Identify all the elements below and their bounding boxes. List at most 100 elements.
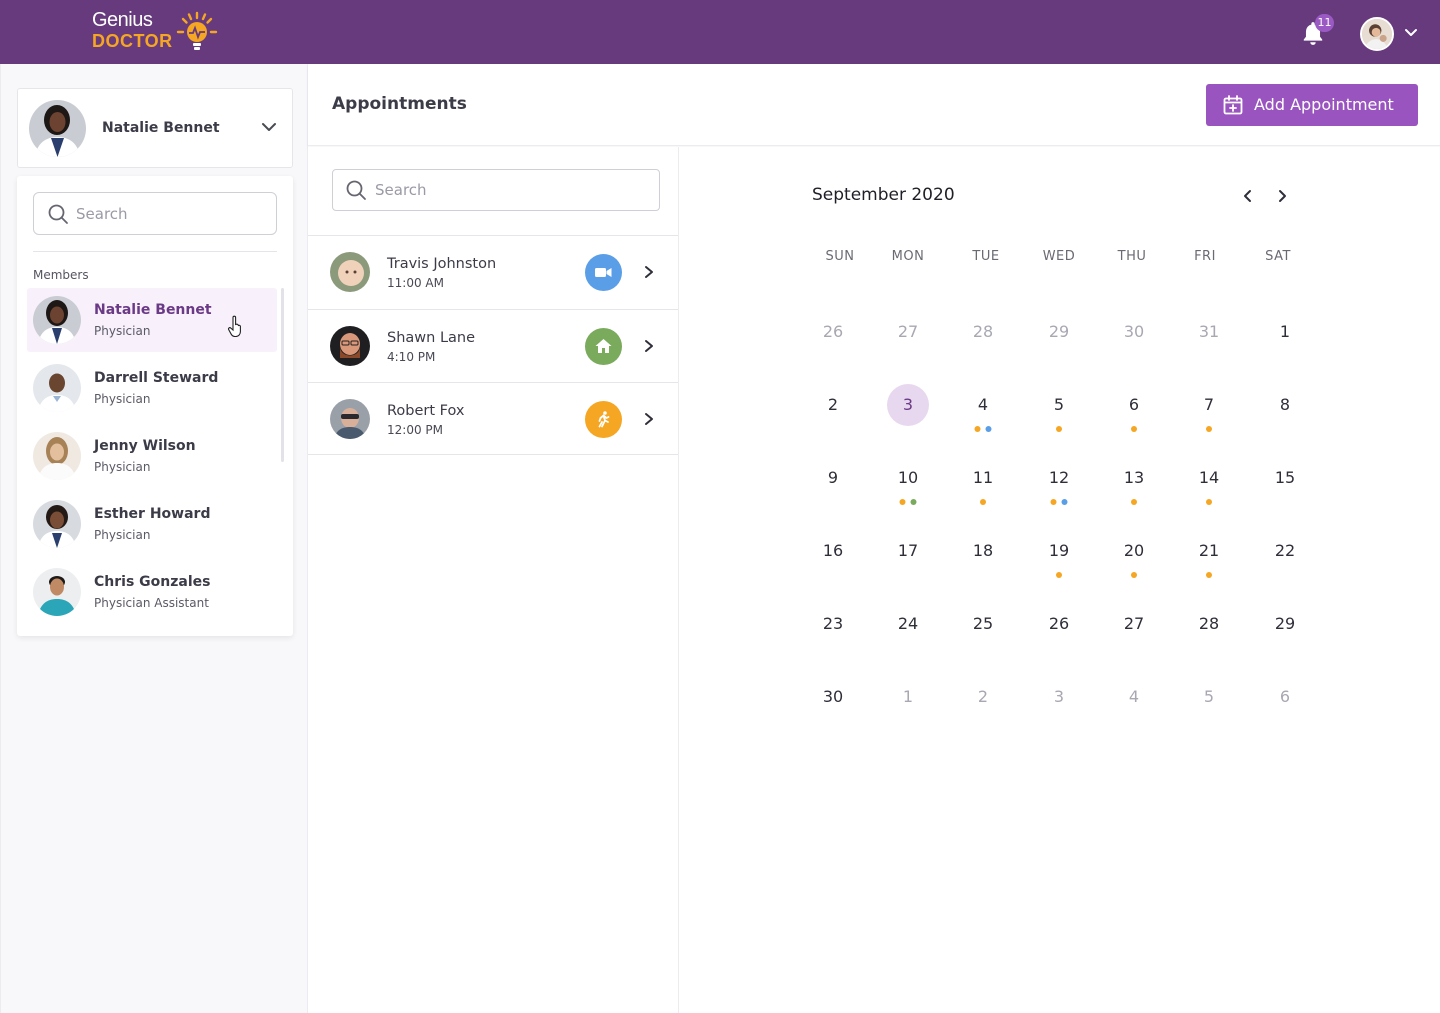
calendar-day[interactable]: 1: [1264, 311, 1306, 353]
chevron-right-icon[interactable]: [642, 339, 656, 353]
appointment-indicator-dots: [1206, 426, 1212, 432]
calendar-day[interactable]: 10: [887, 457, 929, 499]
appointment-dot-green: [910, 499, 917, 505]
appointment-search-input[interactable]: [375, 178, 645, 202]
search-icon: [48, 204, 68, 224]
patient-avatar: [330, 399, 370, 439]
calendar-day[interactable]: 24: [887, 603, 929, 645]
calendar-day[interactable]: 27: [1113, 603, 1155, 645]
member-avatar: [33, 500, 81, 548]
member-item-esther-howard[interactable]: Esther Howard Physician: [27, 492, 277, 556]
calendar-day[interactable]: 7: [1188, 384, 1230, 426]
previous-month-chevron-icon[interactable]: [1240, 188, 1256, 204]
chevron-down-icon[interactable]: [261, 120, 277, 134]
calendar-day[interactable]: 9: [812, 457, 854, 499]
members-scrollbar[interactable]: [281, 288, 284, 462]
home-visit-badge: [585, 328, 622, 365]
top-navigation-bar: Genius DOCTOR 11: [0, 0, 1440, 64]
next-month-chevron-icon[interactable]: [1274, 188, 1290, 204]
patient-name: Travis Johnston: [387, 256, 497, 272]
appointment-dot-blue: [1061, 499, 1068, 505]
calendar-day[interactable]: 12: [1038, 457, 1080, 499]
calendar-day[interactable]: 21: [1188, 530, 1230, 572]
appointment-dot-orange: [1206, 499, 1212, 505]
member-item-darrell-steward[interactable]: Darrell Steward Physician: [27, 356, 277, 420]
account-avatar[interactable]: [1360, 17, 1394, 51]
calendar-day-outside-month[interactable]: 1: [887, 676, 929, 718]
calendar-day[interactable]: 28: [1188, 603, 1230, 645]
team-sidebar: Natalie Bennet Members: [0, 64, 308, 1013]
chevron-right-icon[interactable]: [642, 412, 656, 426]
member-role: Physician: [94, 392, 151, 406]
member-search-box[interactable]: [33, 192, 277, 235]
calendar-day-outside-month[interactable]: 28: [962, 311, 1004, 353]
calendar-day[interactable]: 16: [812, 530, 854, 572]
calendar-day[interactable]: 26: [1038, 603, 1080, 645]
calendar-day[interactable]: 25: [962, 603, 1004, 645]
member-item-jenny-wilson[interactable]: Jenny Wilson Physician: [27, 424, 277, 488]
appointment-dot-orange: [1050, 499, 1057, 505]
calendar-day-outside-month[interactable]: 2: [962, 676, 1004, 718]
members-heading: Members: [33, 268, 89, 282]
calendar-day[interactable]: 15: [1264, 457, 1306, 499]
calendar-day-outside-month[interactable]: 4: [1113, 676, 1155, 718]
member-avatar: [33, 432, 81, 480]
calendar-day[interactable]: 6: [1113, 384, 1155, 426]
appointment-indicator-dots: [974, 426, 992, 432]
calendar-day[interactable]: 23: [812, 603, 854, 645]
calendar-day-outside-month[interactable]: 5: [1188, 676, 1230, 718]
calendar-day-outside-month[interactable]: 6: [1264, 676, 1306, 718]
calendar-day[interactable]: 19: [1038, 530, 1080, 572]
add-appointment-button[interactable]: Add Appointment: [1206, 84, 1418, 126]
appointment-row-robert-fox[interactable]: Robert Fox 12:00 PM: [308, 382, 678, 455]
calendar-day[interactable]: 17: [887, 530, 929, 572]
member-item-natalie-bennet[interactable]: Natalie Bennet Physician: [27, 288, 277, 352]
walk-in-icon: [598, 411, 610, 428]
appointment-indicator-dots: [1131, 426, 1137, 432]
appointment-search-box[interactable]: [332, 169, 660, 211]
calendar-day[interactable]: 30: [812, 676, 854, 718]
appointment-row-shawn-lane[interactable]: Shawn Lane 4:10 PM: [308, 309, 678, 382]
member-avatar: [33, 568, 81, 616]
calendar-day[interactable]: 14: [1188, 457, 1230, 499]
appointment-indicator-dots: [899, 499, 917, 505]
calendar-day-outside-month[interactable]: 3: [1038, 676, 1080, 718]
weekday-header-sat: SAT: [1265, 249, 1291, 264]
calendar-day-outside-month[interactable]: 27: [887, 311, 929, 353]
calendar-month-label: September 2020: [812, 185, 955, 205]
calendar-day[interactable]: 18: [962, 530, 1004, 572]
calendar-day[interactable]: 8: [1264, 384, 1306, 426]
selected-member-dropdown[interactable]: Natalie Bennet: [17, 88, 293, 168]
calendar-day[interactable]: 13: [1113, 457, 1155, 499]
appointment-dot-orange: [980, 499, 986, 505]
calendar-day-outside-month[interactable]: 26: [812, 311, 854, 353]
member-name: Darrell Steward: [94, 370, 219, 386]
calendar-day[interactable]: 22: [1264, 530, 1306, 572]
calendar-day[interactable]: 20: [1113, 530, 1155, 572]
account-menu-chevron-icon[interactable]: [1403, 27, 1419, 39]
calendar-day-outside-month[interactable]: 29: [1038, 311, 1080, 353]
calendar-day[interactable]: 2: [812, 384, 854, 426]
calendar-day-selected[interactable]: 3: [887, 384, 929, 426]
patient-name: Robert Fox: [387, 403, 465, 419]
genius-doctor-logo[interactable]: Genius DOCTOR: [92, 9, 222, 55]
calendar-add-icon: [1223, 95, 1243, 115]
appointment-row-travis-johnston[interactable]: Travis Johnston 11:00 AM: [308, 235, 678, 308]
member-search-input[interactable]: [76, 201, 266, 227]
weekday-header-tue: TUE: [972, 249, 1000, 264]
calendar-day[interactable]: 29: [1264, 603, 1306, 645]
chevron-right-icon[interactable]: [642, 265, 656, 279]
calendar-day[interactable]: 4: [962, 384, 1004, 426]
calendar-day[interactable]: 5: [1038, 384, 1080, 426]
calendar-day-outside-month[interactable]: 30: [1113, 311, 1155, 353]
appointment-indicator-dots: [1056, 426, 1062, 432]
selected-member-avatar: [29, 100, 86, 157]
calendar-day[interactable]: 11: [962, 457, 1004, 499]
appointment-dot-orange: [1056, 572, 1062, 578]
calendar-day-outside-month[interactable]: 31: [1188, 311, 1230, 353]
member-role: Physician: [94, 528, 151, 542]
appointment-indicator-dots: [980, 499, 986, 505]
appointment-dot-orange: [974, 426, 981, 432]
member-item-chris-gonzales[interactable]: Chris Gonzales Physician Assistant: [27, 560, 277, 624]
search-icon: [346, 180, 366, 200]
